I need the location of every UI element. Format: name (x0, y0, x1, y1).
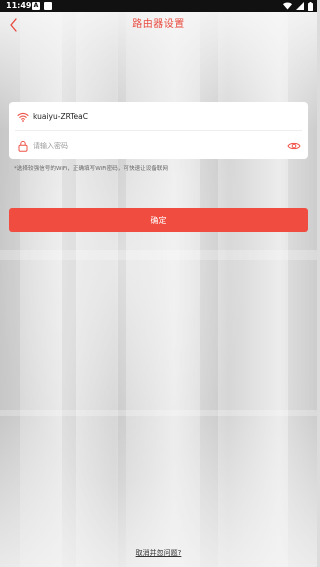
wifi-ssid-value: kuaiyu-ZRTeaC (33, 112, 89, 121)
lock-icon (18, 140, 28, 152)
password-row (9, 132, 308, 160)
confirm-button[interactable]: 确定 (9, 208, 308, 232)
wifi-ssid-row[interactable]: kuaiyu-ZRTeaC (15, 103, 302, 131)
password-input[interactable] (33, 136, 287, 156)
signal-icon (296, 2, 304, 10)
wifi-form-card: kuaiyu-ZRTeaC (9, 102, 308, 159)
wifi-hint-text: *选择较强信号的WiFi，正确填写WiFi密码，可快速让设备联网 (14, 166, 169, 172)
notification-a-icon: A (32, 2, 40, 10)
bottom-help-link[interactable]: 取消并忽问题? (0, 548, 317, 558)
header-bar: 路由器设置 (0, 12, 317, 38)
battery-icon (308, 1, 313, 11)
wifi-icon (17, 112, 29, 122)
background-image (0, 0, 317, 567)
wifi-icon (283, 2, 292, 10)
status-bar: 11:49 A (0, 0, 317, 12)
notification-icon (44, 2, 52, 10)
status-time: 11:49 (6, 1, 32, 10)
eye-icon[interactable] (287, 141, 301, 151)
page-title: 路由器设置 (132, 19, 185, 30)
